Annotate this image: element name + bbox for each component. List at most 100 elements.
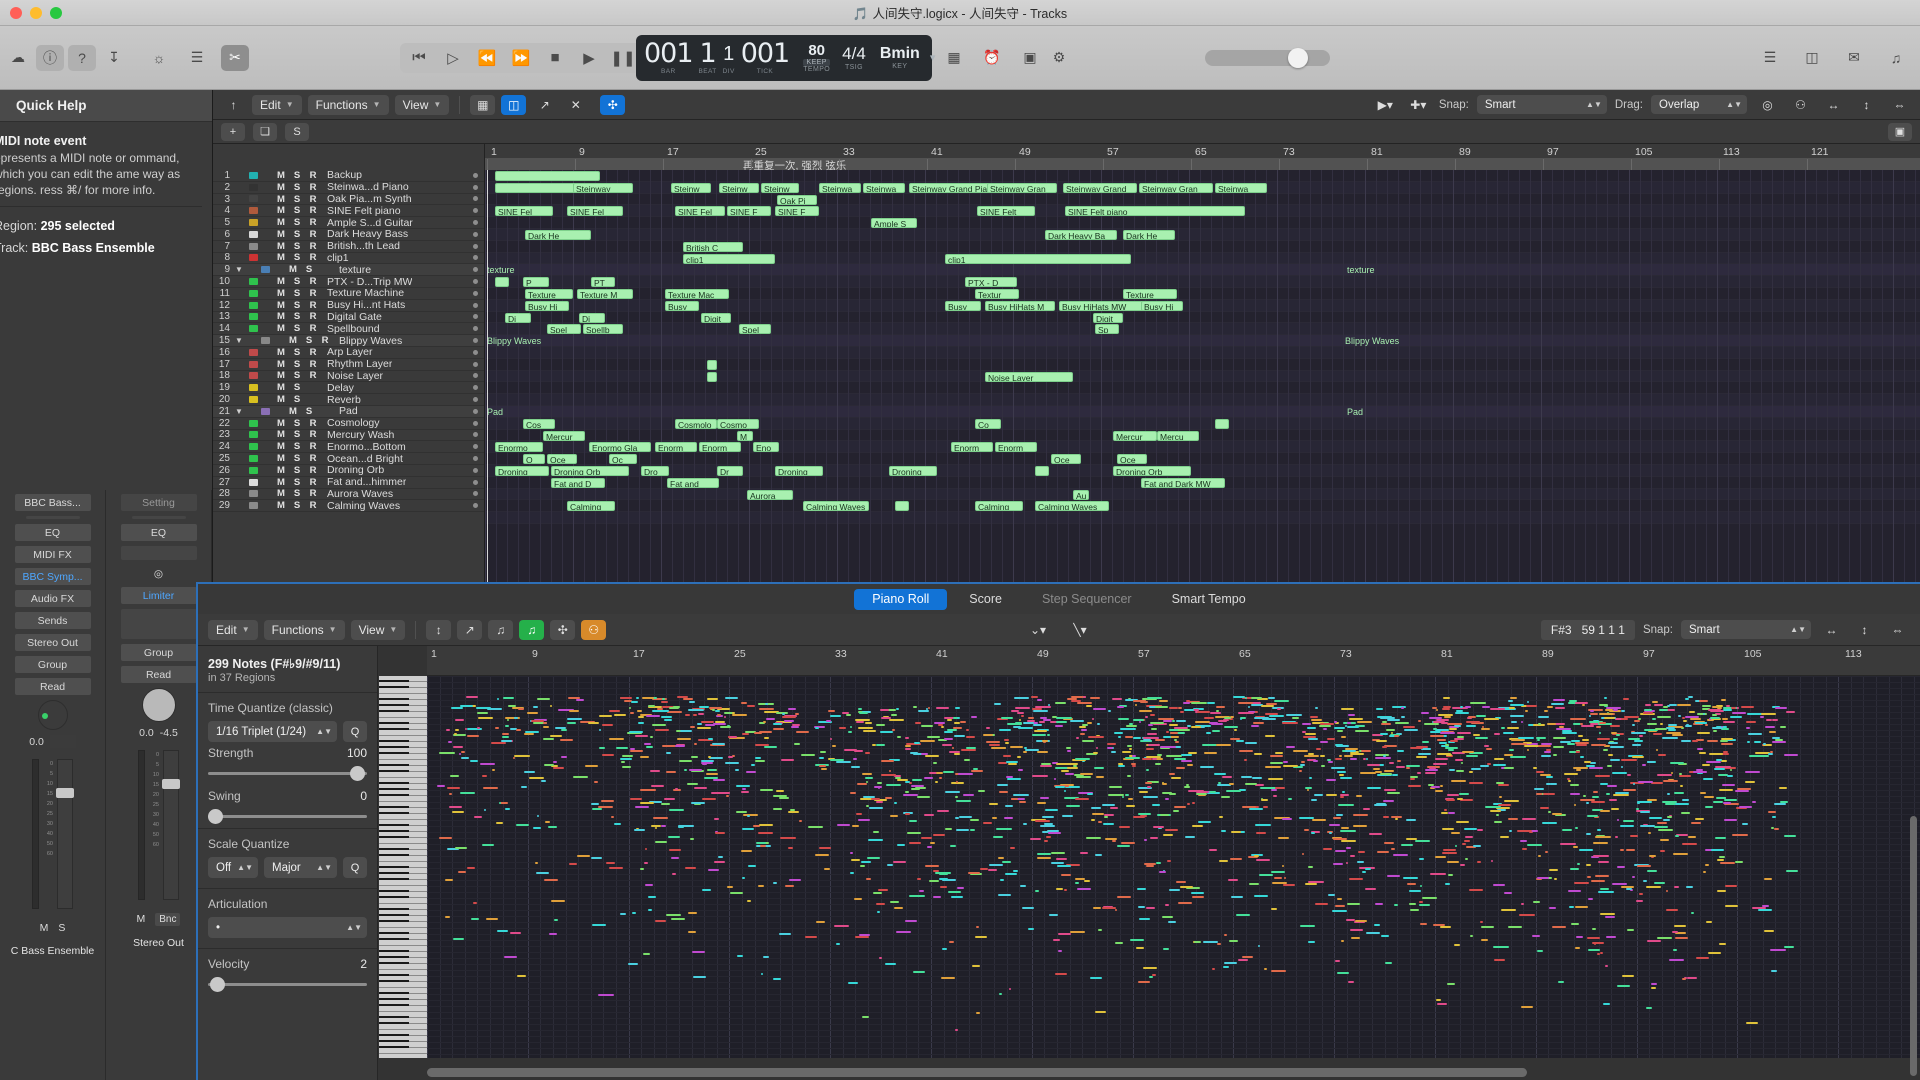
midi-note[interactable] bbox=[470, 759, 478, 762]
midi-note[interactable] bbox=[1443, 849, 1456, 852]
midi-note[interactable] bbox=[1681, 977, 1687, 980]
arrange-lane[interactable] bbox=[485, 488, 1920, 501]
midi-note[interactable] bbox=[1621, 759, 1638, 762]
track-name[interactable]: Pad bbox=[333, 405, 358, 417]
midi-note[interactable] bbox=[1334, 757, 1343, 760]
midi-note[interactable] bbox=[1133, 700, 1147, 703]
midi-note[interactable] bbox=[1340, 940, 1344, 942]
midi-note[interactable] bbox=[1067, 766, 1078, 769]
arrange-region[interactable]: Fat and D bbox=[551, 477, 605, 488]
midi-note[interactable] bbox=[1639, 893, 1643, 896]
midi-note[interactable] bbox=[1137, 905, 1145, 908]
midi-note[interactable] bbox=[781, 715, 797, 718]
midi-note[interactable] bbox=[1722, 751, 1728, 754]
midi-note[interactable] bbox=[1183, 702, 1191, 705]
midi-note[interactable] bbox=[808, 826, 823, 829]
midi-note[interactable] bbox=[1354, 729, 1369, 732]
midi-note[interactable] bbox=[1681, 811, 1691, 814]
midi-note[interactable] bbox=[1244, 696, 1248, 699]
midi-note[interactable] bbox=[1698, 700, 1709, 703]
track-name[interactable]: Backup bbox=[321, 170, 362, 181]
midi-note[interactable] bbox=[929, 841, 935, 844]
midi-note[interactable] bbox=[1420, 712, 1430, 715]
midi-note[interactable] bbox=[1014, 706, 1031, 709]
midi-note[interactable] bbox=[1574, 946, 1580, 949]
loops-icon[interactable]: ⏰ bbox=[978, 45, 1006, 71]
midi-note[interactable] bbox=[1148, 975, 1154, 978]
midi-note[interactable] bbox=[1222, 718, 1229, 721]
midi-note[interactable] bbox=[1651, 700, 1658, 703]
midi-note[interactable] bbox=[758, 730, 772, 733]
midi-note[interactable] bbox=[1484, 745, 1490, 748]
arrange-region[interactable]: PTX - D bbox=[965, 277, 1017, 288]
midi-note[interactable] bbox=[497, 929, 509, 932]
midi-note[interactable] bbox=[1155, 738, 1165, 741]
midi-note[interactable] bbox=[708, 768, 716, 771]
midi-note[interactable] bbox=[1700, 791, 1707, 794]
midi-note[interactable] bbox=[1366, 763, 1381, 766]
midi-note[interactable] bbox=[1352, 825, 1367, 828]
midi-note[interactable] bbox=[720, 791, 730, 794]
midi-note[interactable] bbox=[560, 738, 573, 741]
automation-dot-icon[interactable] bbox=[473, 503, 478, 509]
midi-note[interactable] bbox=[1005, 742, 1009, 745]
midi-note[interactable] bbox=[448, 740, 453, 743]
automation-dot-icon[interactable] bbox=[473, 397, 478, 403]
midi-note[interactable] bbox=[1215, 710, 1219, 713]
midi-note[interactable] bbox=[1079, 852, 1088, 855]
automation-dot-icon[interactable] bbox=[473, 220, 478, 226]
midi-note[interactable] bbox=[642, 696, 654, 699]
go-to-start-icon[interactable]: ⏮ bbox=[404, 45, 434, 71]
midi-note[interactable] bbox=[1117, 765, 1125, 768]
midi-note[interactable] bbox=[1763, 878, 1773, 881]
midi-note[interactable] bbox=[1325, 778, 1336, 781]
midi-note[interactable] bbox=[1162, 792, 1173, 794]
midi-note[interactable] bbox=[709, 756, 724, 759]
midi-note[interactable] bbox=[601, 723, 614, 726]
grid-view-icon[interactable]: ▦ bbox=[470, 94, 496, 115]
midi-note[interactable] bbox=[1336, 770, 1347, 773]
arrange-lane[interactable] bbox=[485, 335, 1920, 347]
midi-note[interactable] bbox=[1350, 854, 1356, 857]
track-name[interactable]: Ample S...d Guitar bbox=[321, 217, 413, 229]
midi-note[interactable] bbox=[1465, 835, 1473, 838]
track-mute-button[interactable]: M bbox=[273, 488, 289, 499]
midi-note[interactable] bbox=[1679, 772, 1682, 775]
midi-note[interactable] bbox=[691, 950, 705, 953]
midi-note[interactable] bbox=[1587, 936, 1601, 939]
midi-note[interactable] bbox=[834, 924, 849, 927]
midi-note[interactable] bbox=[1774, 827, 1780, 830]
midi-note[interactable] bbox=[1476, 860, 1481, 863]
midi-note[interactable] bbox=[1392, 853, 1409, 856]
midi-note[interactable] bbox=[918, 709, 930, 712]
midi-note[interactable] bbox=[1352, 813, 1368, 816]
midi-note[interactable] bbox=[1337, 804, 1354, 807]
midi-note[interactable] bbox=[1143, 738, 1151, 741]
midi-note[interactable] bbox=[1260, 786, 1276, 789]
midi-note[interactable] bbox=[1386, 875, 1401, 878]
midi-note[interactable] bbox=[1519, 913, 1535, 916]
midi-note[interactable] bbox=[1434, 790, 1443, 793]
midi-note[interactable] bbox=[989, 802, 998, 805]
midi-note[interactable] bbox=[880, 774, 897, 777]
automation-mode-slot[interactable]: Read bbox=[14, 678, 91, 695]
midi-note[interactable] bbox=[1455, 711, 1469, 714]
midi-note[interactable] bbox=[598, 729, 602, 732]
midi-note[interactable] bbox=[1459, 864, 1466, 867]
midi-note[interactable] bbox=[1006, 722, 1023, 725]
pr-pointer-tool-icon[interactable]: ⌄▾ bbox=[1020, 620, 1056, 640]
midi-note[interactable] bbox=[1144, 782, 1153, 785]
pan-knob[interactable] bbox=[37, 700, 68, 730]
midi-note[interactable] bbox=[933, 762, 938, 764]
duplicate-track-icon[interactable]: ❏ bbox=[253, 122, 277, 141]
track-record-button[interactable]: R bbox=[305, 441, 321, 452]
midi-note[interactable] bbox=[1665, 889, 1668, 892]
midi-note[interactable] bbox=[1170, 732, 1178, 735]
midi-note[interactable] bbox=[965, 736, 975, 739]
midi-note[interactable] bbox=[666, 771, 677, 774]
track-record-button[interactable]: R bbox=[305, 465, 321, 476]
midi-note[interactable] bbox=[1695, 768, 1703, 771]
midi-note[interactable] bbox=[517, 974, 526, 977]
midi-note[interactable] bbox=[1655, 748, 1658, 751]
arrange-region[interactable]: texture bbox=[1345, 265, 1405, 275]
